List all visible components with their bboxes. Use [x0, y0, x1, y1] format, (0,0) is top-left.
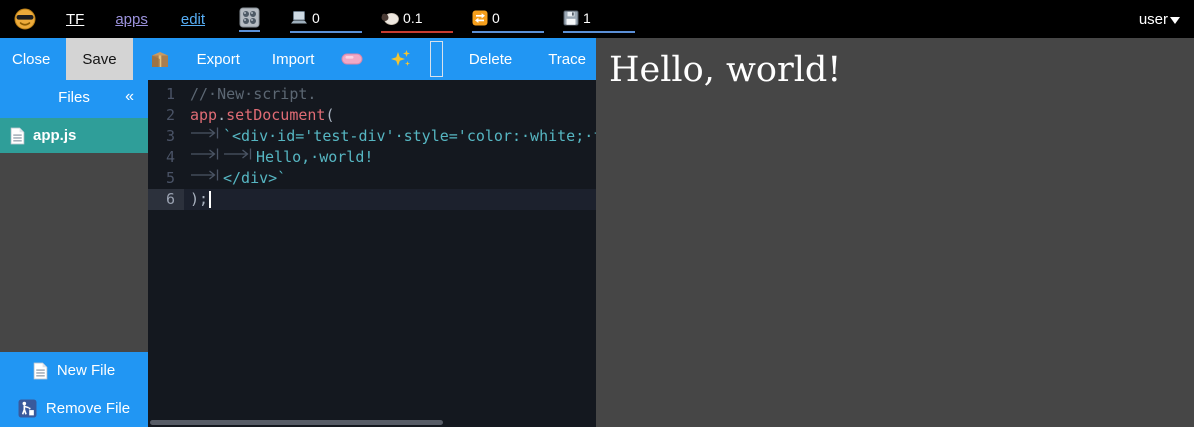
code-token: setDocument — [226, 106, 325, 124]
sparkles-button[interactable] — [381, 38, 421, 80]
code-token: //·New·script. — [190, 85, 316, 103]
code-editor[interactable]: 123456 //·New·script.app.setDocument(`<d… — [148, 80, 596, 427]
repeat-value: 0 — [492, 10, 500, 26]
save-button[interactable]: Save — [66, 38, 132, 80]
trace-button[interactable]: Trace — [538, 38, 596, 80]
caret-down-icon — [1170, 17, 1180, 24]
ram-sheep-icon — [381, 11, 399, 26]
code-line[interactable]: `<div·id='test-div'·style='color:·white;… — [184, 126, 596, 147]
package-button[interactable] — [141, 38, 179, 80]
code-token: app — [190, 106, 217, 124]
repeat-icon — [472, 10, 488, 26]
remove-file-label: Remove File — [46, 400, 130, 417]
top-bar: TF apps edit 0 0.1 — [0, 0, 1194, 38]
line-number: 3 — [148, 126, 184, 147]
preview-text: Hello, world! — [609, 50, 1194, 90]
remove-file-button[interactable]: Remove File — [0, 390, 148, 427]
new-file-button[interactable]: New File — [0, 352, 148, 390]
line-number: 2 — [148, 105, 184, 126]
floppy-disk-icon — [563, 10, 579, 26]
user-label: user — [1139, 11, 1168, 28]
line-number: 1 — [148, 84, 184, 105]
sparkles-icon — [390, 48, 412, 70]
soap-icon — [341, 52, 363, 66]
memory-meter: 0.1 — [381, 5, 453, 33]
tilde-friends-app: TF apps edit 0 0.1 — [0, 0, 1194, 427]
tab-whitespace-marker — [190, 125, 220, 146]
code-token: ); — [190, 190, 208, 208]
code-line[interactable]: ); — [184, 189, 596, 210]
code-token: ( — [325, 106, 334, 124]
repeat-meter: 0 — [472, 5, 544, 33]
editor-toolbar: Close Save Export Import D — [0, 38, 596, 80]
code-token: . — [217, 106, 226, 124]
line-number: 5 — [148, 168, 184, 189]
file-item-appjs[interactable]: app.js — [0, 118, 148, 153]
files-panel-header: Files « — [0, 80, 148, 118]
edit-link[interactable]: edit — [181, 11, 205, 28]
line-number: 6 — [148, 189, 184, 210]
storage-meter: 1 — [563, 5, 635, 33]
code-line[interactable]: </div>` — [184, 168, 596, 189]
tab-whitespace-marker — [223, 146, 253, 167]
code-line[interactable]: Hello,·world! — [184, 147, 596, 168]
code-content[interactable]: //·New·script.app.setDocument(`<div·id='… — [184, 84, 596, 210]
tf-home-link[interactable]: TF — [66, 11, 84, 28]
sunglasses-logo-icon[interactable] — [14, 8, 36, 30]
close-button[interactable]: Close — [2, 38, 60, 80]
cpu-value: 0 — [312, 10, 320, 26]
text-cursor — [209, 191, 211, 208]
sidebar-collapse-button[interactable]: « — [125, 88, 134, 106]
new-file-label: New File — [57, 362, 115, 379]
export-button[interactable]: Export — [187, 38, 250, 80]
delete-button[interactable]: Delete — [459, 38, 522, 80]
soap-button[interactable] — [332, 38, 372, 80]
tab-whitespace-marker — [190, 167, 220, 188]
file-icon — [10, 127, 25, 145]
apps-link[interactable]: apps — [115, 11, 148, 28]
code-token: `<div·id='test-div'·style='color:·white;… — [223, 127, 596, 145]
laptop-icon — [290, 10, 308, 26]
storage-value: 1 — [583, 10, 591, 26]
file-name: app.js — [33, 127, 76, 144]
new-file-icon — [33, 362, 48, 380]
cpu-meter: 0 — [290, 5, 362, 33]
control-knobs-icon[interactable] — [239, 7, 260, 32]
code-line[interactable]: //·New·script. — [184, 84, 596, 105]
horizontal-scrollbar-thumb[interactable] — [150, 420, 443, 425]
tab-whitespace-marker — [190, 146, 220, 167]
code-line[interactable]: app.setDocument( — [184, 105, 596, 126]
sidebar-actions: New File Remove File — [0, 352, 148, 427]
file-list-empty-area — [0, 153, 148, 352]
code-token: Hello,·world! — [256, 148, 373, 166]
line-number-gutter: 123456 — [148, 84, 184, 210]
app-preview-panel: Hello, world! — [596, 38, 1194, 427]
litter-bin-icon — [18, 399, 37, 418]
code-token: </div>` — [223, 169, 286, 187]
memory-value: 0.1 — [403, 10, 422, 26]
line-number: 4 — [148, 147, 184, 168]
icon-placeholder-button[interactable] — [430, 41, 442, 77]
user-menu[interactable]: user — [1139, 11, 1180, 28]
import-button[interactable]: Import — [262, 38, 325, 80]
package-icon — [150, 50, 170, 69]
